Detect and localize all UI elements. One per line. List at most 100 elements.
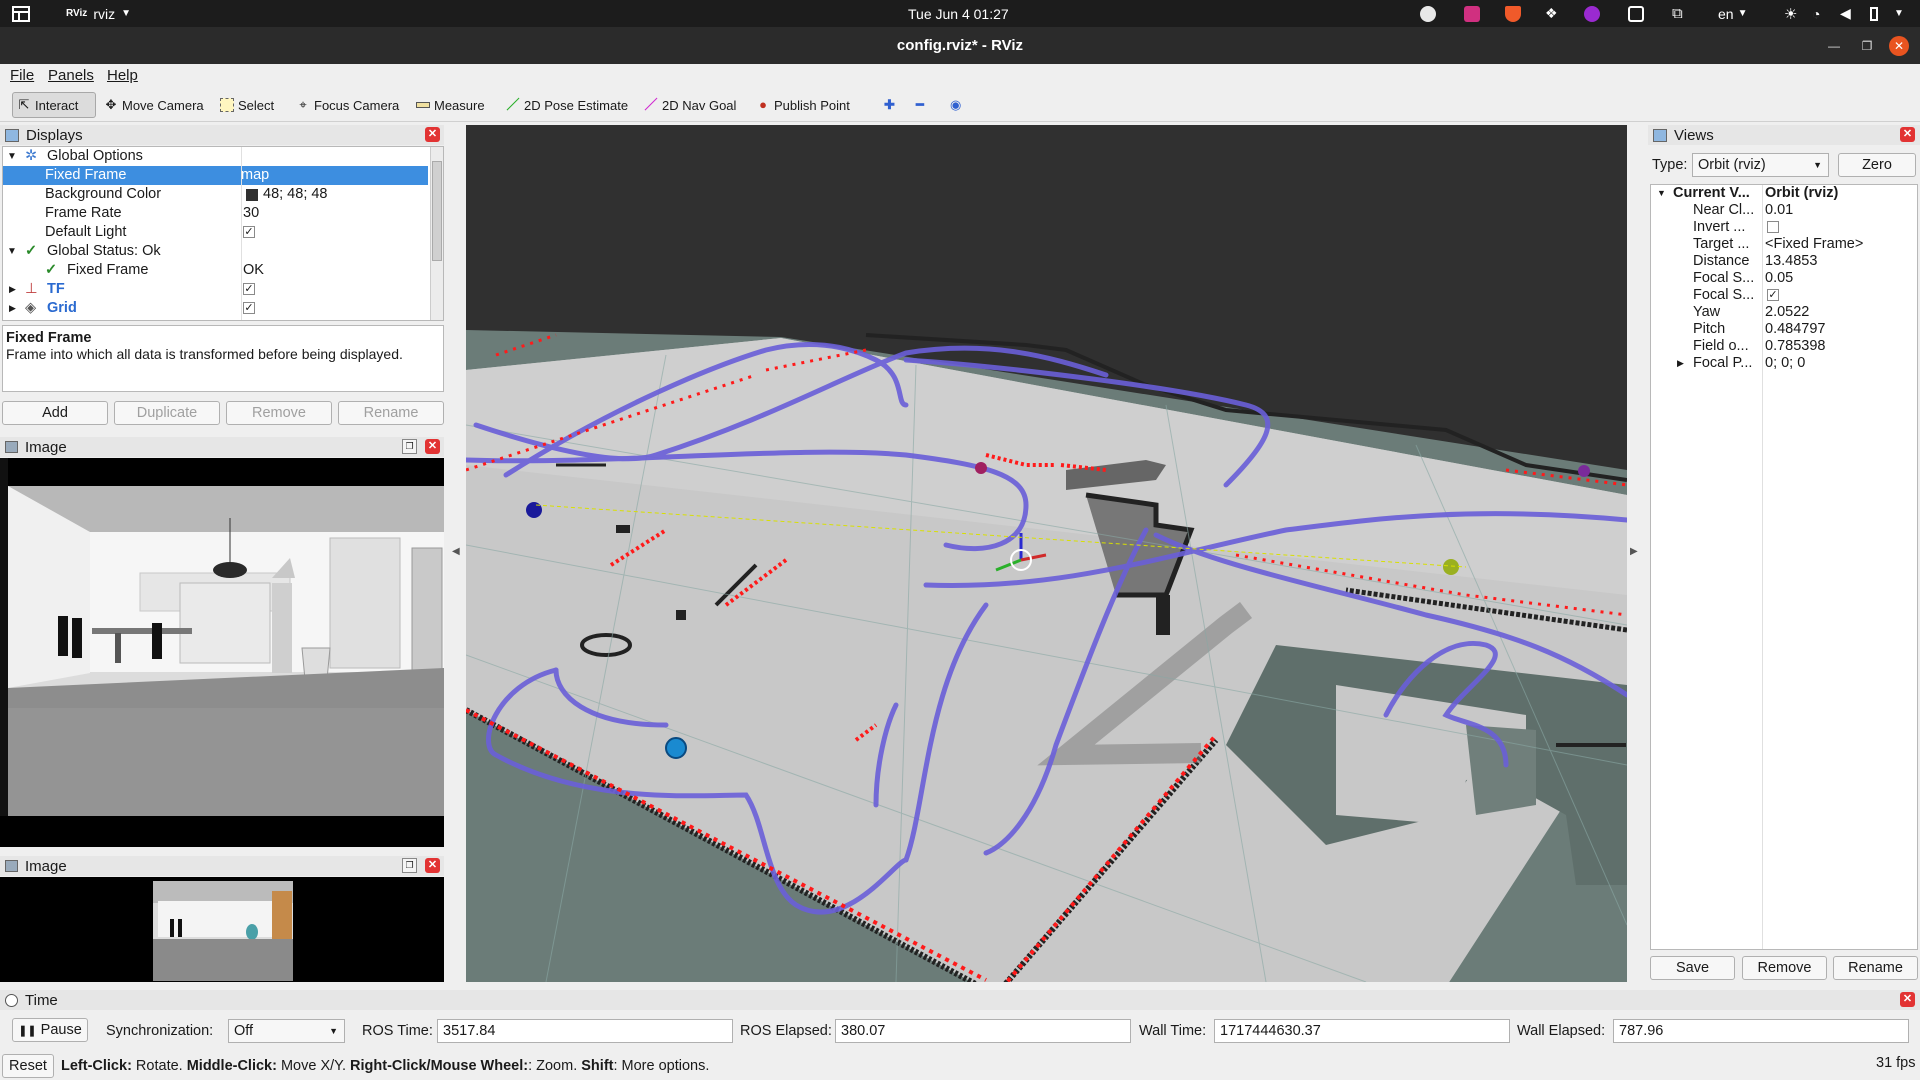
tree-row-frame-rate[interactable]: Frame Rate 30 [3,204,428,223]
power-menu-chevron-icon[interactable]: ▼ [1894,0,1904,27]
views-row[interactable]: Field o... 0.785398 [1651,338,1917,355]
3d-render-viewport[interactable] [466,125,1627,982]
publish-point-tool-button[interactable]: ● Publish Point [752,92,854,118]
views-row-value[interactable]: 13.4853 [1765,253,1817,270]
grid-checkbox[interactable]: ✓ [243,302,255,314]
views-row[interactable]: Distance 13.4853 [1651,253,1917,270]
chevron-right-icon[interactable]: ▶ [9,280,16,299]
pause-button[interactable]: ❚❚ Pause [12,1018,88,1042]
views-row[interactable]: Invert ... [1651,219,1917,236]
ros-time-field[interactable]: 3517.84 [437,1019,733,1043]
brightness-icon[interactable]: ☀ [1784,0,1797,27]
tree-scrollbar[interactable] [430,147,443,320]
views-row-value[interactable]: 0.01 [1765,202,1793,219]
views-row-value[interactable]: <Fixed Frame> [1765,236,1863,253]
view-type-select[interactable]: Orbit (rviz) ▼ [1692,153,1829,177]
remove-tool-icon[interactable]: ━ [912,92,928,118]
views-row-checkbox[interactable]: ✓ [1767,289,1779,301]
views-row[interactable]: Pitch 0.484797 [1651,321,1917,338]
undock-icon[interactable]: ❐ [402,439,417,454]
focus-camera-tool-button[interactable]: ⌖ Focus Camera [292,92,403,118]
chevron-down-icon[interactable]: ▼ [1657,185,1666,202]
close-icon[interactable]: ✕ [1900,127,1915,142]
wall-elapsed-field[interactable]: 787.96 [1613,1019,1909,1043]
menu-panels[interactable]: Panels [48,67,94,84]
volume-icon[interactable]: ◀ [1840,0,1851,27]
app-menu[interactable]: RViz rviz ▼ [66,0,131,27]
chevron-down-icon[interactable]: ▼ [7,147,17,166]
tree-row-status-fixed-frame[interactable]: ✓ Fixed Frame OK [3,261,428,280]
tree-row-grid[interactable]: ▶ ◈ Grid ✓ [3,299,428,318]
remove-view-button[interactable]: Remove [1742,956,1827,980]
nav-goal-tool-button[interactable]: ／ 2D Nav Goal [640,92,740,118]
rename-view-button[interactable]: Rename [1833,956,1918,980]
reset-button[interactable]: Reset [2,1054,54,1078]
tree-row-background-color[interactable]: Background Color 48; 48; 48 [3,185,428,204]
fixed-frame-value[interactable]: map [241,166,269,185]
rename-display-button[interactable]: Rename [338,401,444,425]
tree-row-tf[interactable]: ▶ ⊥ TF ✓ [3,280,428,299]
minimize-icon[interactable]: — [1824,36,1844,56]
wifi-icon[interactable]: ◔ [1812,0,1820,27]
menu-help[interactable]: Help [107,67,138,84]
duplicate-display-button[interactable]: Duplicate [114,401,220,425]
menu-file[interactable]: File [10,67,34,84]
interact-tool-button[interactable]: ⇱ Interact [12,92,96,118]
move-camera-tool-button[interactable]: ✥ Move Camera [100,92,208,118]
chevron-down-icon[interactable]: ▼ [7,242,17,261]
views-row-value[interactable]: 2.0522 [1765,304,1809,321]
splitter-left-arrow-icon[interactable]: ◀ [452,546,460,557]
browser-tray-icon[interactable] [1584,0,1600,27]
select-tool-button[interactable]: Select [216,92,278,118]
pose-estimate-tool-button[interactable]: ／ 2D Pose Estimate [502,92,632,118]
views-row-value[interactable]: 0.785398 [1765,338,1825,355]
close-icon[interactable]: ✕ [425,439,440,454]
views-row[interactable]: Yaw 2.0522 [1651,304,1917,321]
tree-row-global-options[interactable]: ▼ ✲ Global Options [3,147,428,166]
frame-rate-value[interactable]: 30 [243,204,259,223]
scrollbar-thumb[interactable] [432,161,442,261]
views-row[interactable]: Current V... ▼ Orbit (rviz) [1651,185,1917,202]
close-icon[interactable]: ✕ [425,127,440,142]
splitter-right-arrow-icon[interactable]: ▶ [1630,546,1638,557]
close-icon[interactable]: ✕ [1900,992,1915,1007]
views-row[interactable]: Focal S... ✓ [1651,287,1917,304]
clock[interactable]: Tue Jun 4 01:27 [908,0,1009,27]
remove-display-button[interactable]: Remove [226,401,332,425]
save-view-button[interactable]: Save [1650,956,1735,980]
shield-icon[interactable] [1505,0,1521,27]
language-selector[interactable]: en ▼ [1718,0,1747,27]
default-light-checkbox[interactable]: ✓ [243,226,255,238]
tree-row-default-light[interactable]: Default Light ✓ [3,223,428,242]
screenshot-icon[interactable] [1628,0,1644,27]
measure-tool-button[interactable]: Measure [412,92,489,118]
views-row-checkbox[interactable] [1767,221,1779,233]
chevron-right-icon[interactable]: ▶ [1677,355,1684,372]
views-row[interactable]: Focal S... 0.05 [1651,270,1917,287]
dropbox-icon[interactable]: ❖ [1545,0,1558,27]
battery-icon[interactable] [1870,0,1878,27]
add-display-button[interactable]: Add [2,401,108,425]
add-tool-icon[interactable]: ✚ [880,92,899,118]
views-row-value[interactable]: 0; 0; 0 [1765,355,1805,372]
tree-row-fixed-frame[interactable]: Fixed Frame map [3,166,428,185]
views-row[interactable]: Target ... <Fixed Frame> [1651,236,1917,253]
ros-elapsed-field[interactable]: 380.07 [835,1019,1131,1043]
cloud-icon[interactable] [1420,0,1436,27]
tf-checkbox[interactable]: ✓ [243,283,255,295]
views-row[interactable]: Focal P... ▶ 0; 0; 0 [1651,355,1917,372]
app-tray-icon[interactable] [1464,0,1480,27]
chevron-right-icon[interactable]: ▶ [9,299,16,318]
wall-time-field[interactable]: 1717444630.37 [1214,1019,1510,1043]
eye-icon[interactable]: ◉ [946,92,965,118]
maximize-icon[interactable]: ❐ [1857,36,1877,56]
views-row-value[interactable]: 0.484797 [1765,321,1825,338]
sync-select[interactable]: Off ▼ [228,1019,345,1043]
close-icon[interactable]: ✕ [425,858,440,873]
display-icon[interactable]: ⧉ [1672,0,1683,27]
undock-icon[interactable]: ❐ [402,858,417,873]
views-row[interactable]: Near Cl... 0.01 [1651,202,1917,219]
background-color-value[interactable]: 48; 48; 48 [263,185,328,204]
close-window-icon[interactable]: ✕ [1889,36,1909,56]
views-row-value[interactable]: Orbit (rviz) [1765,185,1838,202]
